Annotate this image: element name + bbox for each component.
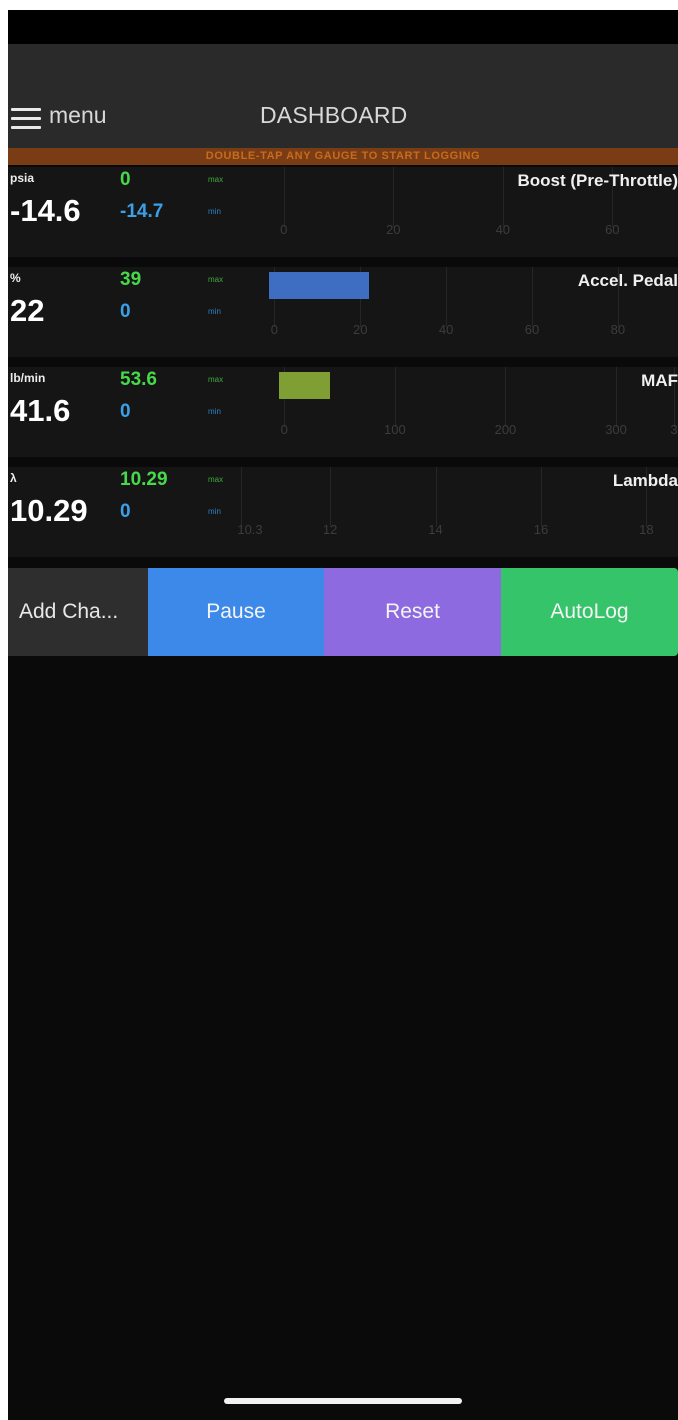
home-indicator[interactable]: [224, 1398, 462, 1404]
nav-bar: menu DASHBOARD: [8, 44, 678, 148]
gauge-grid-line: [505, 367, 507, 427]
gauge-value: 41.6: [10, 393, 71, 428]
gauge-tick-label: 0: [270, 322, 278, 337]
gauge-lambda[interactable]: 10.3 12 14 16 18 λ 10.29 10.29 0 max min Lam…: [8, 467, 678, 557]
gauge-grid-line: [502, 167, 504, 227]
gauge-min-label: min: [208, 307, 221, 316]
gauge-tick-label: 14: [428, 522, 443, 537]
gauge-grid-line: [532, 267, 533, 327]
action-button-bar: Add Cha... Pause Reset AutoLog: [8, 568, 678, 656]
gauge-min-value: -14.7: [120, 201, 164, 222]
gauge-grid-line: [435, 467, 437, 527]
gauge-max-value: 0: [120, 169, 131, 190]
gauge-min-label: min: [208, 207, 221, 216]
gauge-level-bar: [279, 372, 331, 399]
gauge-track: 0 100 200 300 3: [240, 367, 678, 457]
app-screen: menu DASHBOARD DOUBLE-TAP ANY GAUGE TO S…: [8, 10, 678, 1420]
gauge-tick-label: 10.3: [237, 522, 263, 537]
page-title: DASHBOARD: [260, 102, 408, 128]
gauge-tick-label: 40: [438, 322, 454, 337]
gauge-unit: lb/min: [10, 371, 46, 385]
hamburger-menu-icon[interactable]: [11, 108, 41, 130]
gauge-tick-label: 18: [639, 522, 654, 537]
gauge-max-label: max: [208, 475, 224, 484]
gauge-tick-label: 100: [383, 422, 406, 437]
gauge-level-bar: [269, 272, 369, 299]
gauge-value: 10.29: [10, 493, 88, 528]
gauge-accel-pedal[interactable]: 0 20 40 60 80 % 22 39 0 max min Accel. Pedal: [8, 267, 678, 357]
menu-button-label[interactable]: menu: [49, 102, 107, 129]
gauge-unit: λ: [10, 471, 17, 485]
gauge-boost[interactable]: 0 20 40 60 psia -14.6 0 -14.7 max min Boost…: [8, 167, 678, 257]
gauge-tick-label: 200: [494, 422, 517, 437]
gauge-grid-line: [283, 167, 285, 227]
gauge-max-value: 10.29: [120, 469, 168, 490]
gauge-maf[interactable]: 0 100 200 300 3 lb/min 41.6 53.6 0 max min M…: [8, 367, 678, 457]
gauge-tick-label: 16: [533, 522, 549, 537]
gauge-tick-label: 3: [670, 422, 678, 437]
gauge-unit: %: [10, 271, 21, 285]
add-channel-button[interactable]: Add Cha...: [8, 568, 148, 656]
autolog-button[interactable]: AutoLog: [501, 568, 678, 656]
gauge-tick-label: 40: [495, 222, 511, 237]
gauge-tick-label: 60: [524, 322, 540, 337]
gauge-grid-line: [393, 167, 395, 227]
gauge-min-label: min: [208, 507, 221, 516]
gauge-grid-line: [394, 367, 396, 427]
gauge-grid-line: [540, 467, 542, 527]
gauge-min-label: min: [208, 407, 221, 416]
gauge-tick-label: 20: [386, 222, 401, 237]
status-bar: [8, 10, 678, 44]
gauge-tick-label: 60: [605, 222, 620, 237]
gauge-name: Accel. Pedal: [577, 271, 678, 290]
gauge-tick-label: 80: [610, 322, 626, 337]
gauge-min-value: 0: [120, 401, 131, 422]
gauge-name: Lambda: [612, 471, 678, 490]
gauge-tick-label: 300: [605, 422, 627, 437]
gauge-grid-line: [616, 367, 618, 427]
gauge-name: MAF: [641, 371, 678, 390]
gauge-value: 22: [10, 293, 45, 328]
gauge-max-value: 39: [120, 269, 142, 290]
gauge-max-label: max: [208, 275, 224, 284]
gauge-name: Boost (Pre-Throttle): [517, 171, 678, 190]
gauge-tick-label: 0: [280, 222, 288, 237]
gauge-tick-label: 0: [280, 422, 288, 437]
logging-hint-banner: DOUBLE-TAP ANY GAUGE TO START LOGGING: [8, 148, 678, 165]
gauge-min-value: 0: [120, 301, 131, 322]
gauge-grid-line: [330, 467, 332, 527]
gauge-unit: psia: [10, 171, 35, 185]
gauge-max-label: max: [208, 175, 224, 184]
gauge-value: -14.6: [10, 193, 81, 228]
reset-button[interactable]: Reset: [324, 568, 501, 656]
pause-button[interactable]: Pause: [148, 568, 324, 656]
gauge-grid-line: [446, 267, 448, 327]
gauge-max-label: max: [208, 375, 224, 384]
gauge-min-value: 0: [120, 501, 131, 522]
gauge-max-value: 53.6: [120, 369, 157, 390]
gauge-grid-line: [240, 467, 242, 527]
gauge-tick-label: 12: [322, 522, 338, 537]
gauge-tick-label: 20: [353, 322, 368, 337]
